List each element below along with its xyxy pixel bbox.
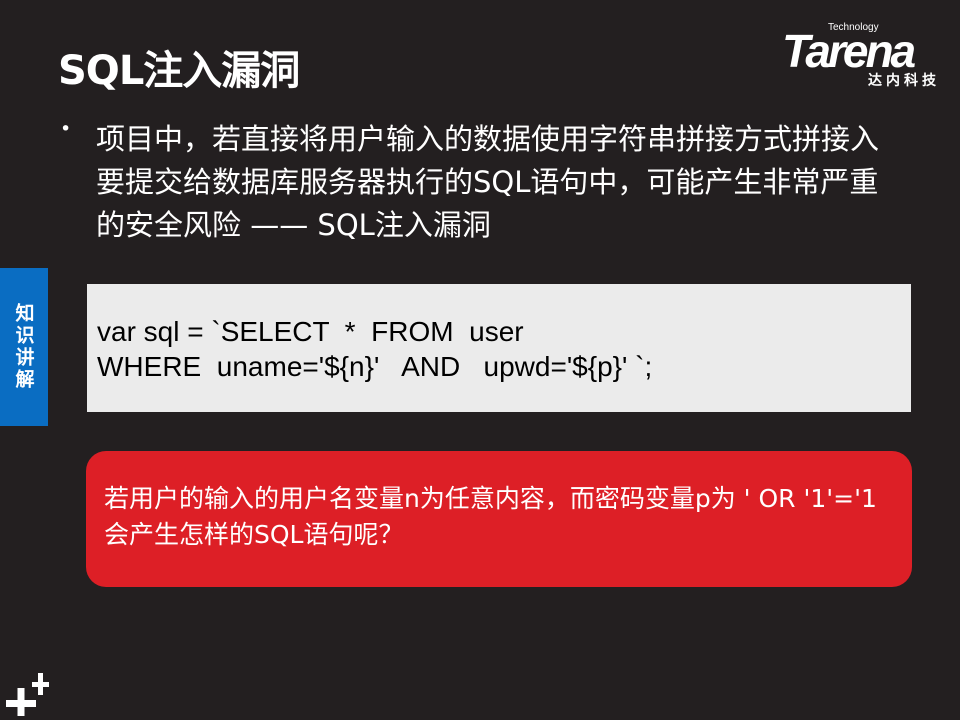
body-text: 项目中，若直接将用户输入的数据使用字符串拼接方式拼接入要提交给数据库服务器执行的… xyxy=(96,122,880,242)
code-block: var sql = `SELECT * FROM user WHERE uname… xyxy=(87,284,911,412)
bullet-icon: • xyxy=(60,118,72,140)
tarena-logo: Technology Tarena 达内科技 xyxy=(780,18,950,89)
plus-decoration-icon xyxy=(6,673,49,716)
side-tab: 知识讲解 xyxy=(0,268,48,426)
question-callout: 若用户的输入的用户名变量n为任意内容，而密码变量p为 ' OR '1'='1 会… xyxy=(86,451,912,587)
slide-title: SQL注入漏洞 xyxy=(58,48,300,94)
logo-cn: 达内科技 xyxy=(868,73,940,89)
side-tab-label: 知识讲解 xyxy=(12,303,35,391)
code-line: var sql = `SELECT * FROM user xyxy=(97,316,524,347)
code-line: WHERE uname='${n}' AND upwd='${p}' `; xyxy=(97,351,653,382)
